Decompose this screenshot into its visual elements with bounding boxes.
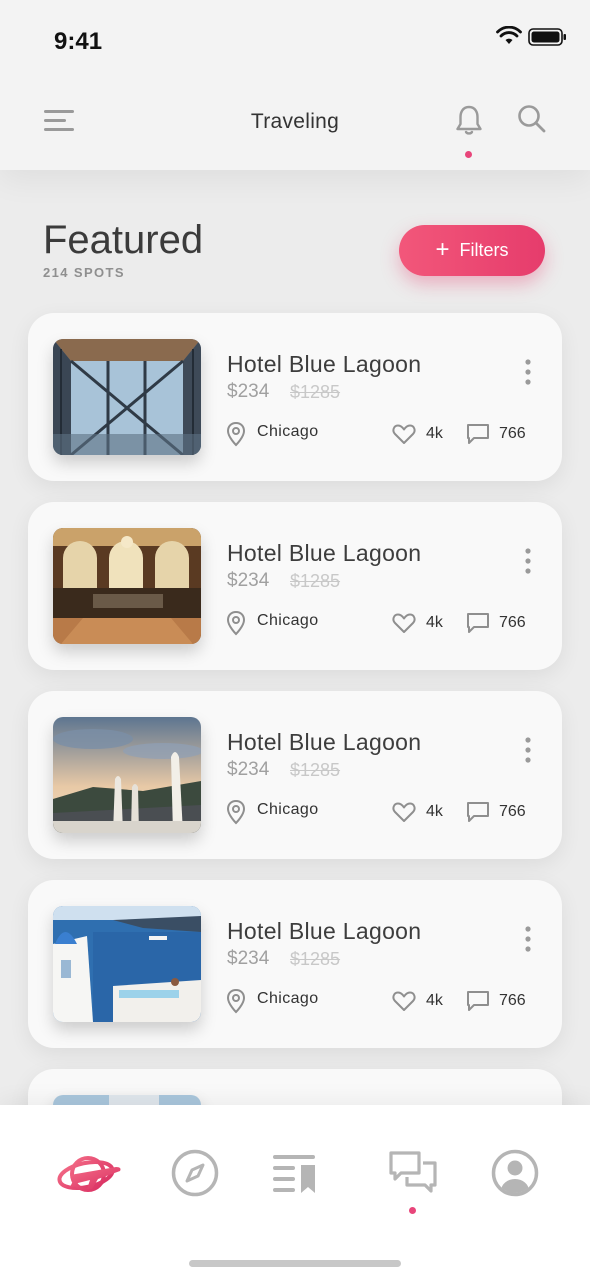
- notification-dot: [465, 151, 472, 158]
- hotel-card[interactable]: Hotel Blue Lagoon $234 $1285 Chicago 4k …: [28, 502, 562, 670]
- hotel-old-price: $1285: [290, 571, 341, 591]
- battery-icon: [528, 28, 566, 46]
- hotel-image: [53, 528, 201, 644]
- hotel-image: [53, 906, 201, 1022]
- filters-label: Filters: [459, 240, 509, 260]
- heart-icon[interactable]: [392, 612, 416, 634]
- status-time: 9:41: [54, 28, 103, 55]
- hotel-city: Chicago: [257, 990, 319, 1007]
- hotel-comments: 766: [499, 803, 526, 820]
- hotel-city: Chicago: [257, 801, 319, 818]
- hotel-name: Hotel Blue Lagoon: [227, 729, 422, 755]
- comment-icon[interactable]: [466, 612, 490, 634]
- heart-icon[interactable]: [392, 990, 416, 1012]
- more-options-icon[interactable]: [524, 359, 532, 385]
- search-icon[interactable]: [517, 104, 547, 134]
- hotel-card[interactable]: Hotel Blue Lagoon $234 $1285 Chicago 4k …: [28, 880, 562, 1048]
- hotel-old-price: $1285: [290, 949, 341, 969]
- location-pin-icon: [226, 988, 246, 1014]
- heart-icon[interactable]: [392, 801, 416, 823]
- location-pin-icon: [226, 799, 246, 825]
- location-pin-icon: [226, 610, 246, 636]
- top-bar: 9:41 Traveling: [0, 0, 590, 170]
- hotel-image: [53, 717, 201, 833]
- filters-button[interactable]: + Filters: [399, 225, 545, 276]
- hotel-comments: 766: [499, 992, 526, 1009]
- chat-icon[interactable]: [389, 1151, 437, 1195]
- hotel-price: $234: [227, 381, 270, 402]
- more-options-icon[interactable]: [524, 926, 532, 952]
- location-pin-icon: [226, 421, 246, 447]
- spots-count: 214 SPOTS: [43, 265, 125, 280]
- hotel-price: $234: [227, 759, 270, 780]
- more-options-icon[interactable]: [524, 737, 532, 763]
- plus-icon: +: [435, 235, 450, 263]
- hotel-likes: 4k: [426, 992, 443, 1009]
- hotel-city: Chicago: [257, 423, 319, 440]
- profile-icon[interactable]: [491, 1149, 539, 1197]
- hotel-city: Chicago: [257, 612, 319, 629]
- section-title: Featured: [43, 218, 204, 262]
- hotel-name: Hotel Blue Lagoon: [227, 540, 422, 566]
- compass-icon[interactable]: [171, 1149, 219, 1197]
- wifi-icon: [496, 26, 522, 44]
- plane-icon[interactable]: [56, 1149, 124, 1199]
- hotel-likes: 4k: [426, 803, 443, 820]
- bookmark-list-icon[interactable]: [273, 1153, 319, 1193]
- hotel-price: $234: [227, 948, 270, 969]
- hotel-card[interactable]: Hotel Blue Lagoon $234 $1285 Chicago 4k …: [28, 313, 562, 481]
- hotel-name: Hotel Blue Lagoon: [227, 351, 422, 377]
- hotel-likes: 4k: [426, 614, 443, 631]
- home-indicator[interactable]: [189, 1260, 401, 1267]
- hotel-old-price: $1285: [290, 760, 341, 780]
- comment-icon[interactable]: [466, 423, 490, 445]
- bell-icon[interactable]: [455, 104, 483, 136]
- heart-icon[interactable]: [392, 423, 416, 445]
- comment-icon[interactable]: [466, 990, 490, 1012]
- hotel-card[interactable]: Hotel Blue Lagoon $234 $1285 Chicago 4k …: [28, 691, 562, 859]
- hotel-name: Hotel Blue Lagoon: [227, 918, 422, 944]
- hotel-comments: 766: [499, 425, 526, 442]
- comment-icon[interactable]: [466, 801, 490, 823]
- hotel-likes: 4k: [426, 425, 443, 442]
- hotel-old-price: $1285: [290, 382, 341, 402]
- tab-bar: [0, 1105, 590, 1280]
- chat-notification-dot: [409, 1207, 416, 1214]
- hotel-comments: 766: [499, 614, 526, 631]
- hotel-price: $234: [227, 570, 270, 591]
- hotel-image: [53, 339, 201, 455]
- more-options-icon[interactable]: [524, 548, 532, 574]
- page-title: Traveling: [250, 110, 340, 133]
